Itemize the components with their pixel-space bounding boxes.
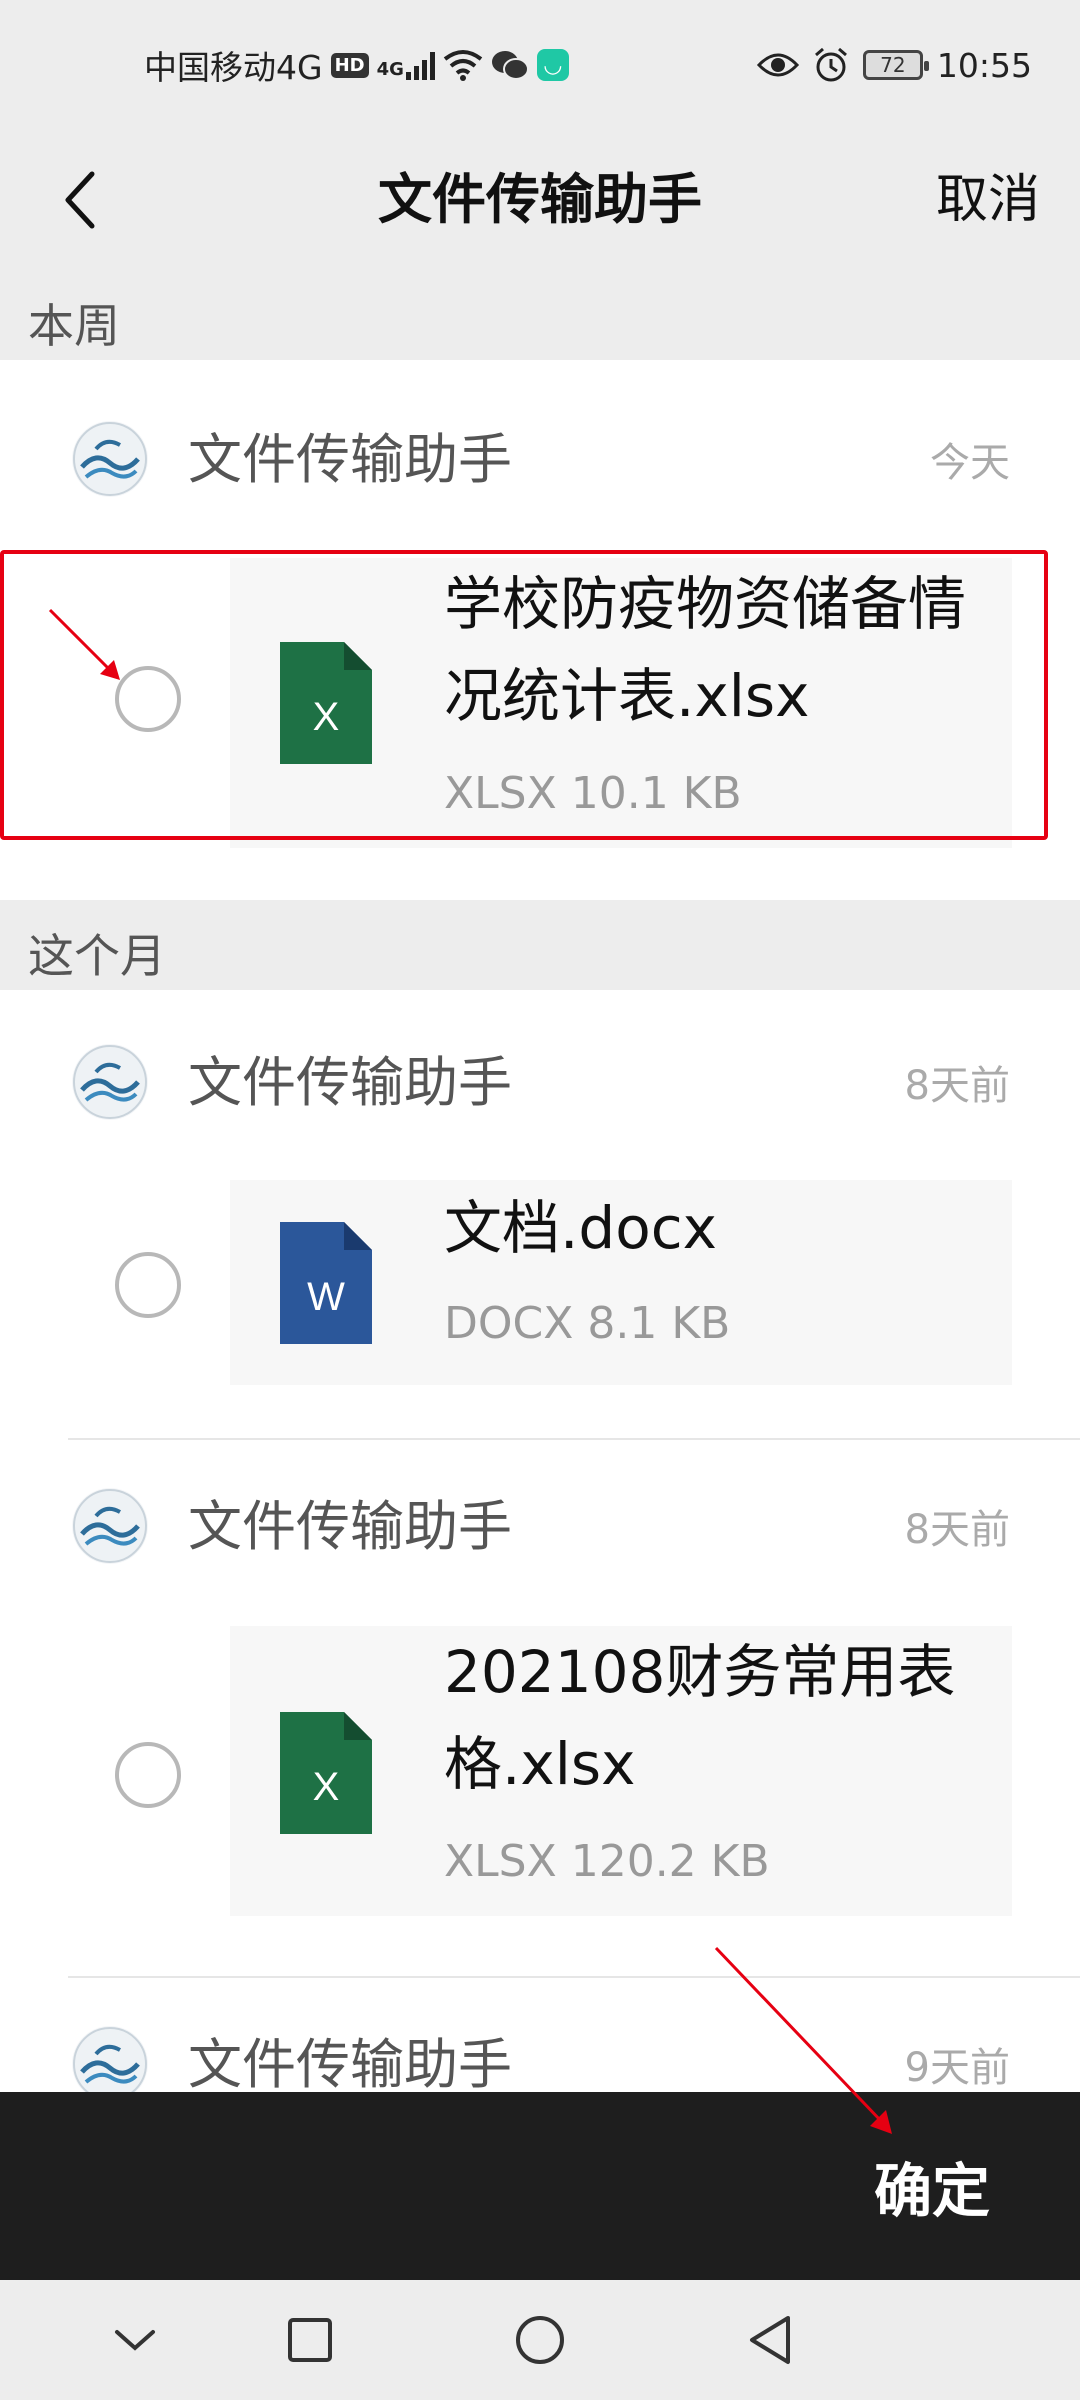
sender-name: 文件传输助手 [188, 2033, 512, 2096]
status-bar: 中国移动4G HD 4G ◡ 72 10:55 [0, 0, 1080, 130]
file-card[interactable]: X 学校防疫物资储备情况统计表.xlsx XLSX 10.1 KB [230, 558, 1012, 848]
select-radio[interactable] [115, 1252, 181, 1318]
nav-recents-button[interactable] [280, 2310, 340, 2370]
triangle-back-icon [750, 2316, 790, 2364]
shield-app-icon: ◡ [536, 49, 569, 81]
svg-text:W: W [307, 1275, 345, 1319]
network-type-label: 4G [376, 59, 404, 80]
select-radio[interactable] [115, 1742, 181, 1808]
file-name: 学校防疫物资储备情况统计表.xlsx [444, 570, 967, 730]
file-transfer-avatar-icon [73, 1045, 147, 1119]
sender-name: 文件传输助手 [188, 428, 512, 491]
section-this-week: 文件传输助手 今天 X 学校防疫物资储备情况统计表.xlsx XLSX 10.1… [0, 360, 1080, 900]
square-icon [288, 2318, 332, 2362]
message-time: 今天 [930, 440, 1010, 486]
nav-back-button[interactable] [740, 2310, 800, 2370]
circle-icon [516, 2316, 564, 2364]
file-card[interactable]: X 202108财务常用表格.xlsx XLSX 120.2 KB [230, 1626, 1012, 1916]
annotation-arrow-icon [48, 608, 120, 680]
hd-badge: HD [330, 52, 369, 78]
sender-row: 文件传输助手 8天前 [0, 1018, 1080, 1138]
carrier-label: 中国移动4G [144, 48, 323, 87]
file-name: 文档.docx [444, 1194, 717, 1262]
avatar [72, 1044, 148, 1120]
xlsx-file-icon: X [280, 1712, 372, 1834]
eye-icon [756, 53, 799, 77]
status-left: 中国移动4G HD 4G ◡ [144, 40, 569, 90]
wifi-icon [443, 50, 483, 81]
file-meta: XLSX 10.1 KB [444, 768, 742, 819]
file-transfer-avatar-icon [73, 2027, 147, 2101]
section-title: 本周 [28, 299, 120, 353]
navigation-header: 文件传输助手 取消 [0, 130, 1080, 270]
clock: 10:55 [936, 45, 1032, 85]
section-header-this-week: 本周 [0, 270, 1080, 360]
status-right: 72 10:55 [756, 40, 1032, 90]
divider [68, 1976, 1080, 1978]
file-meta: DOCX 8.1 KB [444, 1298, 731, 1349]
section-header-this-month: 这个月 [0, 900, 1080, 990]
confirm-button[interactable]: 确定 [849, 2146, 1014, 2236]
svg-text:X: X [313, 695, 340, 739]
sender-row: 文件传输助手 8天前 [0, 1462, 1080, 1582]
nav-down-button[interactable] [105, 2310, 165, 2370]
signal-bars [405, 50, 435, 80]
file-transfer-avatar-icon [73, 422, 147, 496]
section-title: 这个月 [28, 929, 166, 983]
battery-icon: 72 [862, 50, 929, 80]
file-name: 202108财务常用表格.xlsx [444, 1638, 956, 1798]
alarm-icon [814, 47, 847, 82]
signal-icon: 4G [377, 50, 435, 80]
bottom-action-bar: 确定 [0, 2092, 1080, 2280]
sender-name: 文件传输助手 [188, 1051, 512, 1114]
file-transfer-avatar-icon [73, 1489, 147, 1563]
chevron-left-icon [65, 171, 95, 229]
section-this-month: 文件传输助手 8天前 W 文档.docx DOCX 8.1 KB 文件传输助手 … [0, 990, 1080, 2102]
annotation-arrow-icon [714, 1946, 892, 2134]
docx-file-icon: W [280, 1222, 372, 1344]
sender-name: 文件传输助手 [188, 1495, 512, 1558]
avatar [72, 2026, 148, 2102]
avatar [72, 1488, 148, 1564]
wechat-icon [491, 51, 529, 80]
page-title: 文件传输助手 [378, 168, 702, 231]
xlsx-file-icon: X [280, 642, 372, 764]
message-time: 8天前 [904, 1507, 1010, 1553]
message-time: 9天前 [904, 2045, 1010, 2091]
file-card[interactable]: W 文档.docx DOCX 8.1 KB [230, 1180, 1012, 1385]
system-navigation-bar [0, 2280, 1080, 2400]
cancel-button[interactable]: 取消 [936, 160, 1040, 240]
nav-home-button[interactable] [510, 2310, 570, 2370]
file-meta: XLSX 120.2 KB [444, 1836, 770, 1887]
divider [68, 1438, 1080, 1440]
message-time: 8天前 [904, 1063, 1010, 1109]
avatar [72, 421, 148, 497]
sender-row: 文件传输助手 今天 [0, 395, 1080, 515]
chevron-down-icon [115, 2330, 155, 2351]
svg-text:X: X [313, 1765, 340, 1809]
back-button[interactable] [40, 160, 120, 240]
